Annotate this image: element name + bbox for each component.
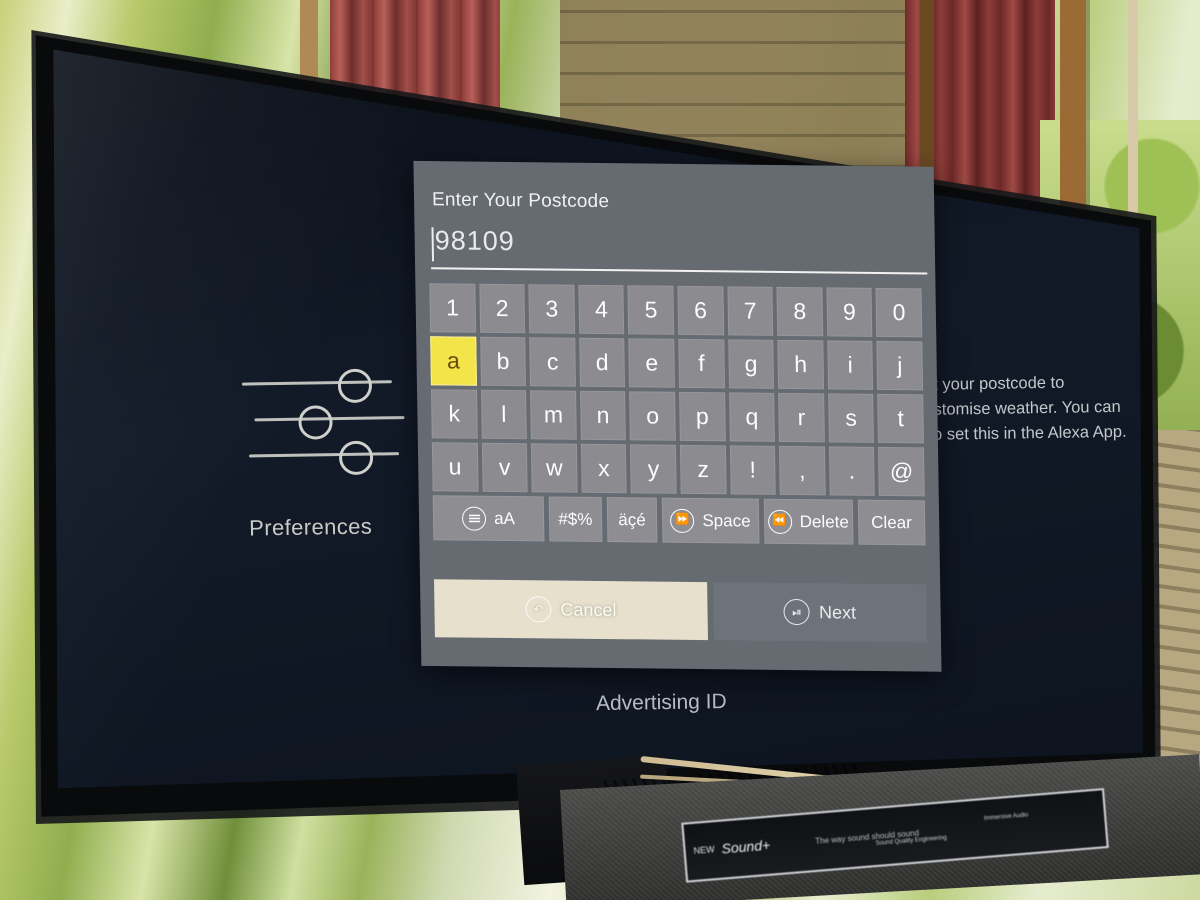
cancel-button-label: Cancel bbox=[560, 599, 617, 620]
return-icon: ↶ bbox=[525, 596, 552, 623]
slider-knob bbox=[337, 368, 373, 404]
key-8[interactable]: 8 bbox=[776, 286, 823, 337]
keyboard-row-a-j: a b c d e f g h i j bbox=[430, 336, 924, 391]
sticker-new-badge: NEW bbox=[693, 844, 715, 856]
key-v[interactable]: v bbox=[481, 442, 528, 493]
key-a[interactable]: a bbox=[430, 336, 477, 386]
input-underline bbox=[431, 267, 928, 275]
postcode-keyboard-dialog: Enter Your Postcode 98109 1 2 3 4 5 6 7 … bbox=[413, 160, 942, 672]
key-clear[interactable]: Clear bbox=[857, 499, 926, 546]
slider-knob bbox=[298, 405, 333, 440]
sliders-icon-row-3 bbox=[249, 435, 404, 476]
key-s[interactable]: s bbox=[827, 393, 875, 443]
postcode-input-value: 98109 bbox=[434, 225, 516, 257]
key-j[interactable]: j bbox=[876, 340, 924, 391]
key-p[interactable]: p bbox=[679, 391, 726, 442]
key-n[interactable]: n bbox=[579, 390, 627, 441]
side-description-line: so set this in the Alexa App. bbox=[924, 422, 1127, 444]
key-1[interactable]: 1 bbox=[429, 283, 476, 333]
key-0[interactable]: 0 bbox=[875, 287, 923, 338]
keyboard-row-k-t: k l m n o p q r s t bbox=[431, 389, 924, 444]
dialog-actions: ↶ Cancel ⏯ Next bbox=[434, 579, 928, 643]
side-description: et your postcode to ustomise weather. Yo… bbox=[924, 369, 1155, 448]
key-exclamation[interactable]: ! bbox=[729, 445, 776, 495]
key-case-toggle-label: aA bbox=[493, 508, 516, 528]
key-delete-label: Delete bbox=[799, 511, 849, 532]
key-i[interactable]: i bbox=[827, 340, 874, 390]
key-x[interactable]: x bbox=[580, 443, 628, 494]
play-pause-icon: ⏯ bbox=[783, 598, 811, 626]
key-q[interactable]: q bbox=[728, 392, 776, 442]
photo-stage: Preferences ON Advertising ID et your po… bbox=[0, 0, 1200, 900]
key-y[interactable]: y bbox=[630, 444, 677, 494]
key-symbols[interactable]: #$% bbox=[548, 496, 603, 542]
key-5[interactable]: 5 bbox=[627, 285, 675, 335]
slider-knob bbox=[338, 440, 374, 476]
key-7[interactable]: 7 bbox=[727, 286, 774, 336]
key-9[interactable]: 9 bbox=[826, 287, 873, 337]
key-e[interactable]: e bbox=[628, 338, 676, 388]
side-description-line: ustomise weather. You can bbox=[924, 397, 1121, 419]
key-k[interactable]: k bbox=[431, 389, 478, 439]
key-g[interactable]: g bbox=[727, 339, 775, 389]
keyboard-row-numbers: 1 2 3 4 5 6 7 8 9 0 bbox=[429, 283, 923, 338]
advertising-id-label[interactable]: Advertising ID bbox=[596, 690, 727, 716]
key-l[interactable]: l bbox=[480, 389, 528, 440]
key-d[interactable]: d bbox=[579, 337, 626, 388]
cancel-button[interactable]: ↶ Cancel bbox=[434, 579, 708, 641]
sliders-icon-row-2 bbox=[254, 399, 405, 440]
key-6[interactable]: 6 bbox=[677, 285, 724, 336]
key-z[interactable]: z bbox=[679, 444, 727, 495]
key-4[interactable]: 4 bbox=[578, 284, 625, 335]
side-description-line: et your postcode to bbox=[923, 373, 1065, 394]
key-3[interactable]: 3 bbox=[528, 284, 575, 334]
postcode-input[interactable]: 98109 bbox=[430, 223, 928, 276]
key-delete[interactable]: ⏪ Delete bbox=[763, 498, 854, 545]
key-m[interactable]: m bbox=[530, 390, 577, 440]
key-comma[interactable]: , bbox=[779, 445, 826, 496]
fast-forward-icon: ⏩ bbox=[670, 508, 695, 533]
dialog-title: Enter Your Postcode bbox=[431, 189, 610, 213]
sticker-brand: Sound+ bbox=[720, 836, 771, 857]
sliders-icon-row-1 bbox=[241, 363, 403, 404]
key-f[interactable]: f bbox=[678, 338, 725, 389]
preferences-section[interactable]: Preferences bbox=[241, 363, 405, 541]
rewind-icon: ⏪ bbox=[767, 509, 792, 534]
key-t[interactable]: t bbox=[877, 393, 924, 444]
key-case-toggle[interactable]: aA bbox=[432, 495, 545, 542]
next-button-label: Next bbox=[818, 601, 857, 623]
key-at[interactable]: @ bbox=[878, 446, 925, 497]
key-r[interactable]: r bbox=[778, 392, 825, 443]
key-2[interactable]: 2 bbox=[478, 283, 526, 334]
next-button[interactable]: ⏯ Next bbox=[712, 582, 928, 643]
keyboard-row-u-at: u v w x y z ! , . @ bbox=[431, 442, 925, 497]
key-space[interactable]: ⏩ Space bbox=[661, 497, 760, 544]
key-c[interactable]: c bbox=[529, 337, 576, 387]
key-b[interactable]: b bbox=[479, 336, 527, 387]
key-u[interactable]: u bbox=[431, 442, 479, 492]
key-w[interactable]: w bbox=[531, 443, 578, 493]
key-accents[interactable]: äçé bbox=[606, 497, 658, 543]
list-icon bbox=[461, 506, 487, 531]
slider-track bbox=[249, 452, 400, 458]
key-space-label: Space bbox=[702, 510, 751, 531]
key-period[interactable]: . bbox=[828, 446, 876, 496]
on-screen-keyboard: 1 2 3 4 5 6 7 8 9 0 a b c d e f g h i j … bbox=[429, 283, 926, 549]
keyboard-function-row: aA #$% äçé ⏩ Space ⏪ Delete Clear bbox=[432, 495, 926, 546]
sticker-bullet-2: Immersive Audio bbox=[983, 812, 1029, 823]
key-o[interactable]: o bbox=[629, 391, 676, 441]
key-h[interactable]: h bbox=[777, 339, 824, 390]
